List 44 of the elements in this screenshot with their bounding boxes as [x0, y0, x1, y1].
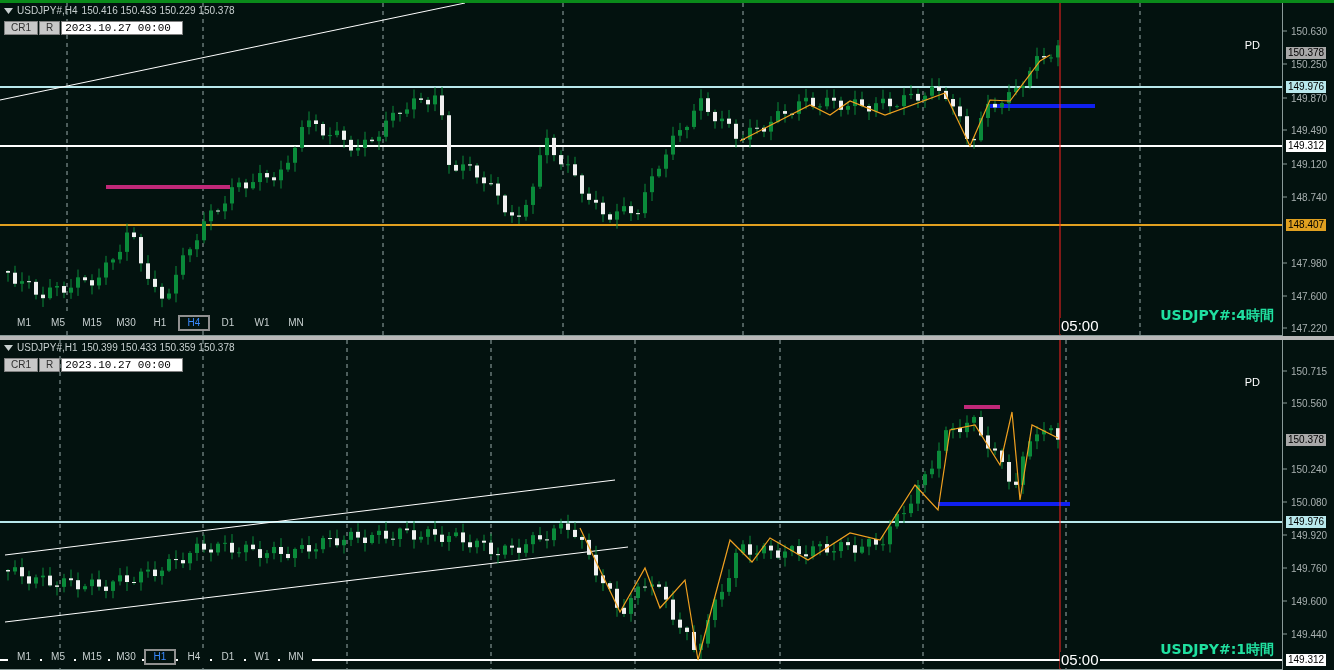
pd-label: PD — [1244, 39, 1260, 51]
timeframe-button[interactable]: H1 — [144, 649, 176, 665]
quote-text: 150.416 150.433 150.229 150.378 — [81, 5, 235, 16]
axis-tick-label: 150.080 — [1291, 496, 1328, 508]
axis-tick-label: 149.440 — [1291, 628, 1328, 640]
time-label: 05:00 — [1060, 318, 1100, 334]
axis-tick-label: 149.490 — [1291, 124, 1328, 136]
axis-tick-label: 149.120 — [1291, 158, 1328, 170]
date-field[interactable]: 2023.10.27 00:00 — [61, 358, 184, 372]
symbol-label: USDJPY#,H1 — [17, 342, 78, 353]
axis-tick-label: 150.240 — [1291, 463, 1328, 475]
axis-tick-label: 150.250 — [1291, 58, 1328, 70]
axis-tick-label: 149.600 — [1291, 595, 1328, 607]
price-tag: 150.378 — [1286, 434, 1327, 446]
time-label: 05:00 — [1060, 652, 1100, 668]
price-tag: 149.976 — [1286, 81, 1327, 93]
price-tag: 148.407 — [1286, 219, 1327, 231]
price-tag: 149.976 — [1286, 516, 1327, 528]
axis-tick-label: 150.560 — [1291, 397, 1328, 409]
axis-tick-label: 147.600 — [1291, 290, 1328, 302]
axis-tick-label: 150.715 — [1291, 365, 1328, 377]
axis-tick-label: 149.920 — [1291, 529, 1328, 541]
date-field[interactable]: 2023.10.27 00:00 — [61, 21, 184, 35]
chart-title: USDJPY#:1時間 — [1160, 641, 1274, 659]
axis-tick-label: 149.870 — [1291, 92, 1328, 104]
axis-tick-label: 148.740 — [1291, 191, 1328, 203]
axis-tick-label: 149.760 — [1291, 562, 1328, 574]
price-tag: 150.378 — [1286, 47, 1327, 59]
quote-text: 150.399 150.433 150.359 150.378 — [81, 342, 235, 353]
timeframe-button[interactable]: H4 — [178, 315, 210, 331]
pd-label: PD — [1244, 376, 1260, 388]
price-tag: 149.312 — [1286, 140, 1327, 152]
timeframe-button[interactable]: M5 — [42, 649, 74, 665]
price-tag: 149.312 — [1286, 654, 1327, 666]
chart-button[interactable]: R — [39, 21, 61, 35]
timeframe-button[interactable]: H4 — [178, 649, 210, 665]
axis-tick-label: 150.630 — [1291, 25, 1328, 37]
chart-button[interactable]: CR1 — [4, 358, 38, 372]
axis-tick-label: 147.220 — [1291, 322, 1328, 334]
chart-title: USDJPY#:4時間 — [1160, 307, 1274, 325]
chart-button[interactable]: CR1 — [4, 21, 38, 35]
chart-button[interactable]: R — [39, 358, 61, 372]
axis-tick-label: 147.980 — [1291, 257, 1328, 269]
symbol-label: USDJPY#,H4 — [17, 5, 78, 16]
